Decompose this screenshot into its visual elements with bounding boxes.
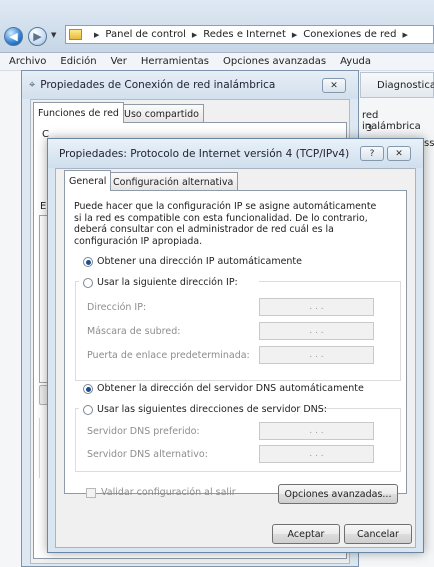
chevron-right-icon[interactable]: ▶	[192, 31, 197, 39]
alternate-dns-input[interactable]: . . .	[259, 445, 374, 463]
dns-manual-radio[interactable]	[83, 405, 93, 415]
ip-auto-label[interactable]: Obtener una dirección IP automáticamente	[97, 256, 302, 267]
menu-bar: Archivo Edición Ver Herramientas Opcione…	[0, 53, 434, 71]
ok-button[interactable]: Aceptar	[272, 524, 340, 544]
cancel-button[interactable]: Cancelar	[344, 524, 412, 544]
ip-manual-radio[interactable]	[83, 278, 93, 288]
menu-opciones-avanzadas[interactable]: Opciones avanzadas	[223, 56, 326, 67]
alternate-dns-label: Servidor DNS alternativo:	[87, 449, 208, 460]
ip-auto-radio[interactable]	[83, 257, 93, 267]
chevron-right-icon[interactable]: ▶	[402, 31, 407, 39]
ip-address-input[interactable]: . . .	[259, 298, 374, 316]
tab-configuracion-alternativa[interactable]: Configuración alternativa	[108, 172, 239, 191]
breadcrumb-network-connections[interactable]: Conexiones de red	[303, 29, 396, 40]
connection-detail: 3	[366, 123, 373, 134]
network-adapter-icon: ⌖	[29, 78, 36, 91]
radio-selected-indicator	[85, 259, 91, 265]
tab-funciones-de-red[interactable]: Funciones de red	[33, 102, 124, 123]
partial-label: E	[40, 201, 47, 212]
chevron-right-icon[interactable]: ▶	[292, 31, 297, 39]
help-button[interactable]: ?	[360, 146, 384, 161]
validate-checkbox[interactable]	[86, 488, 96, 498]
breadcrumb-network-internet[interactable]: Redes e Internet	[203, 29, 286, 40]
advanced-options-button[interactable]: Opciones avanzadas...	[278, 484, 398, 504]
chevron-right-icon[interactable]: ▶	[94, 31, 99, 39]
address-bar[interactable]: ▶ Panel de control ▶ Redes e Internet ▶ …	[65, 25, 434, 44]
general-panel: Puede hacer que la configuración IP se a…	[64, 190, 407, 494]
menu-archivo[interactable]: Archivo	[9, 56, 46, 67]
subnet-mask-label: Máscara de subred:	[87, 326, 181, 337]
ip-dots: . . .	[309, 426, 324, 436]
subnet-mask-input[interactable]: . . .	[259, 322, 374, 340]
dns-auto-label[interactable]: Obtener la dirección del servidor DNS au…	[97, 383, 364, 394]
dialog-body: General Configuración alternativa Puede …	[55, 168, 416, 548]
dns-manual-label[interactable]: Usar las siguientes direcciones de servi…	[97, 404, 327, 415]
menu-ayuda[interactable]: Ayuda	[340, 56, 371, 67]
close-button[interactable]: ✕	[387, 146, 411, 161]
menu-herramientas[interactable]: Herramientas	[141, 56, 209, 67]
ip-dots: . . .	[309, 326, 324, 336]
menu-edicion[interactable]: Edición	[60, 56, 96, 67]
back-button[interactable]: ◀	[4, 27, 23, 46]
ip-manual-label[interactable]: Usar la siguiente dirección IP:	[97, 277, 238, 288]
breadcrumb-control-panel[interactable]: Panel de control	[105, 29, 186, 40]
description-group-edge	[39, 418, 43, 478]
close-icon: ✕	[330, 80, 338, 91]
forward-button[interactable]: ▶	[28, 27, 47, 46]
connection-detail-2: ss	[424, 138, 434, 149]
tab-general[interactable]: General	[64, 170, 112, 191]
gateway-input[interactable]: . . .	[259, 346, 374, 364]
validate-label[interactable]: Validar configuración al salir	[101, 487, 236, 498]
ip-dots: . . .	[309, 449, 324, 459]
menu-ver[interactable]: Ver	[111, 56, 127, 67]
history-dropdown-icon[interactable]: ▼	[51, 31, 56, 39]
ipv4-properties-dialog: Propiedades: Protocolo de Internet versi…	[47, 138, 424, 553]
arrow-right-icon: ▶	[33, 30, 42, 43]
preferred-dns-label: Servidor DNS preferido:	[87, 426, 200, 437]
explorer-toolbar: ◀ ▶ ▼ ▶ Panel de control ▶ Redes e Inter…	[0, 0, 434, 53]
close-button[interactable]: ✕	[322, 78, 346, 93]
radio-selected-indicator	[85, 386, 91, 392]
description-text: Puede hacer que la configuración IP se a…	[74, 201, 377, 247]
control-panel-icon	[69, 29, 82, 40]
window-title: Propiedades de Conexión de red inalámbri…	[40, 79, 276, 91]
arrow-left-icon: ◀	[9, 30, 18, 43]
ip-dots: . . .	[309, 350, 324, 360]
dialog-title: Propiedades: Protocolo de Internet versi…	[59, 147, 350, 160]
gateway-label: Puerta de enlace predeterminada:	[87, 350, 250, 361]
ip-address-label: Dirección IP:	[87, 302, 147, 313]
dns-auto-radio[interactable]	[83, 384, 93, 394]
close-icon: ✕	[395, 148, 403, 159]
diagnose-tab[interactable]: Diagnostica	[360, 72, 434, 98]
preferred-dns-input[interactable]: . . .	[259, 422, 374, 440]
ip-dots: . . .	[309, 302, 324, 312]
connection-name: red inalámbrica	[362, 110, 421, 132]
tab-uso-compartido[interactable]: Uso compartido	[119, 104, 204, 123]
window-titlebar: ⌖ Propiedades de Conexión de red inalámb…	[22, 71, 358, 99]
help-icon: ?	[369, 148, 375, 159]
